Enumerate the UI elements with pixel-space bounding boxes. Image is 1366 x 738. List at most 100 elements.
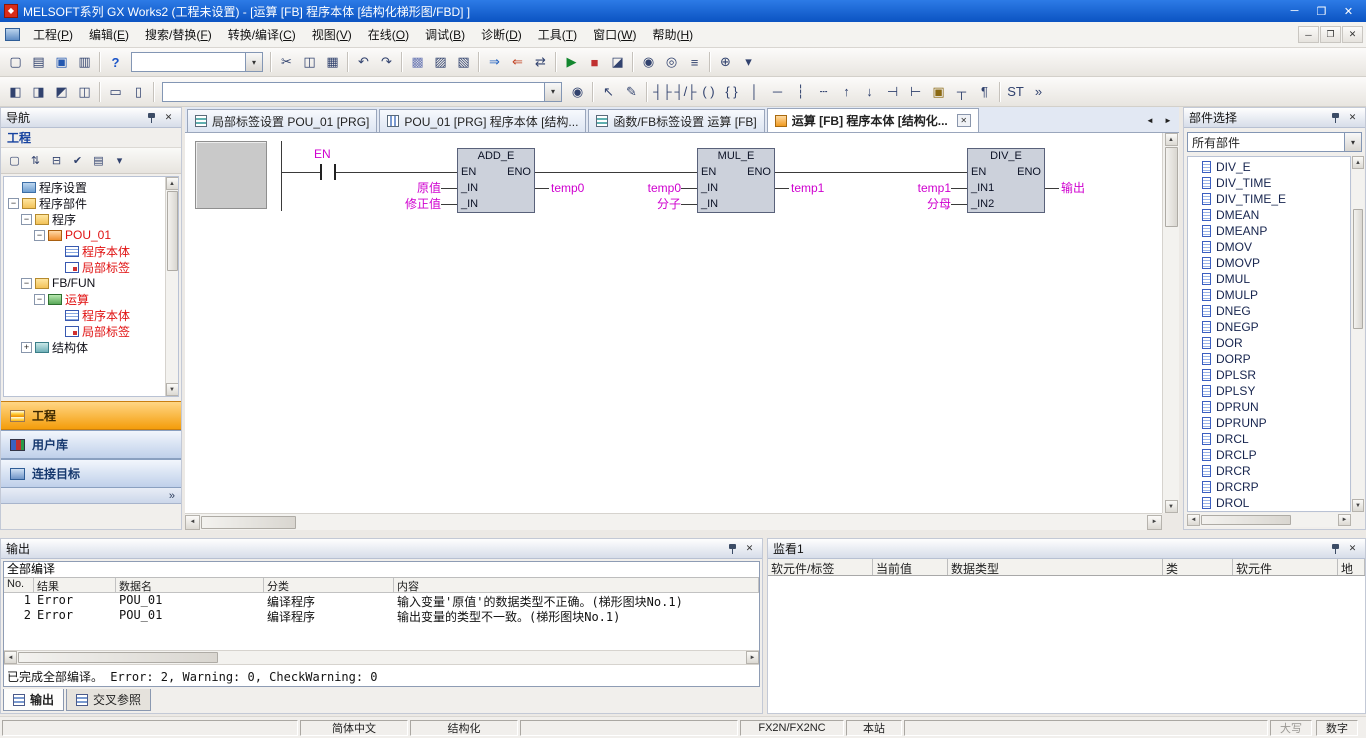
menu-edit[interactable]: 编辑(E) xyxy=(81,22,137,47)
parts-item[interactable]: DMEANP xyxy=(1188,223,1350,239)
function-block-div-e[interactable]: DIV_E ENENO _IN1 _IN2 xyxy=(967,148,1045,213)
new-project-icon[interactable]: ▢ xyxy=(4,51,27,73)
combo-dropdown-icon[interactable]: ▾ xyxy=(245,53,262,71)
delete-vertical-line-icon[interactable]: ┆ xyxy=(789,81,812,103)
scroll-down-icon[interactable]: ▼ xyxy=(166,383,179,396)
parts-item[interactable]: DMEAN xyxy=(1188,207,1350,223)
mdi-restore-button[interactable]: ❐ xyxy=(1320,26,1341,43)
toolbar-separator[interactable] xyxy=(999,82,1001,102)
input-variable-label[interactable]: temp0 xyxy=(611,181,681,195)
output-variable-label[interactable]: temp0 xyxy=(551,181,584,195)
zoom-icon[interactable]: ⊕ xyxy=(714,51,737,73)
scroll-right-icon[interactable]: ► xyxy=(1338,514,1351,526)
toolbar-separator[interactable] xyxy=(555,52,557,72)
nav-button-connection-destination[interactable]: 连接目标 xyxy=(1,459,181,488)
menu-diagnostics[interactable]: 诊断(D) xyxy=(473,22,530,47)
parts-horizontal-scrollbar[interactable]: ◄ ► xyxy=(1187,513,1351,527)
navigation-window-icon[interactable]: ◧ xyxy=(4,81,27,103)
application-instruction-icon[interactable]: { } xyxy=(720,81,743,103)
redo-icon[interactable]: ↷ xyxy=(375,51,398,73)
nav-collapse-all-icon[interactable]: ⊟ xyxy=(46,151,67,171)
input-variable-label[interactable]: 原值 xyxy=(371,181,441,195)
parts-item[interactable]: DMUL xyxy=(1188,271,1350,287)
tree-item-fb-fun[interactable]: −FB/FUN xyxy=(4,275,178,291)
editor-vertical-scrollbar[interactable]: ▲ ▼ xyxy=(1162,133,1179,513)
scroll-up-icon[interactable]: ▲ xyxy=(1352,156,1364,169)
copy-icon[interactable]: ◫ xyxy=(298,51,321,73)
parts-item[interactable]: DRCRP xyxy=(1188,479,1350,495)
parts-item[interactable]: DPLSR xyxy=(1188,367,1350,383)
parts-filter-combo[interactable]: 所有部件 ▾ xyxy=(1187,132,1362,152)
pin-icon[interactable] xyxy=(1330,111,1341,124)
menu-convert-compile[interactable]: 转换/编译(C) xyxy=(220,22,304,47)
interconnect-mode-icon[interactable]: ✎ xyxy=(620,81,643,103)
menu-find-replace[interactable]: 搜索/替换(F) xyxy=(137,22,220,47)
toolbar-separator[interactable] xyxy=(347,52,349,72)
overflow-chevron-icon[interactable]: ▾ xyxy=(737,51,760,73)
parts-item[interactable]: DROLP xyxy=(1188,511,1350,512)
menu-help[interactable]: 帮助(H) xyxy=(644,22,701,47)
output-variable-label[interactable]: temp1 xyxy=(791,181,824,195)
parts-item[interactable]: DRCLP xyxy=(1188,447,1350,463)
tree-item-yunsuan-body[interactable]: 程序本体 xyxy=(4,307,178,323)
parameter-setting-icon[interactable]: ▩ xyxy=(406,51,429,73)
toolbar-separator[interactable] xyxy=(99,82,101,102)
collapse-icon[interactable]: − xyxy=(21,214,32,225)
input-label-icon[interactable]: ⊣ xyxy=(881,81,904,103)
mdi-minimize-button[interactable]: ─ xyxy=(1298,26,1319,43)
scroll-thumb[interactable] xyxy=(167,191,178,271)
tab-yunsuan-body[interactable]: 运算 [FB] 程序本体 [结构化... ✕ xyxy=(767,108,979,132)
parts-item[interactable]: DMULP xyxy=(1188,287,1350,303)
device-comment-display-icon[interactable]: ▭ xyxy=(104,81,127,103)
output-window-icon[interactable]: ◩ xyxy=(50,81,73,103)
pin-icon[interactable] xyxy=(1330,542,1341,555)
collapse-icon[interactable]: − xyxy=(8,198,19,209)
nav-button-project[interactable]: 工程 xyxy=(1,401,181,430)
comment-icon[interactable]: ¶ xyxy=(973,81,996,103)
tree-item-struct[interactable]: +结构体 xyxy=(4,339,178,355)
scroll-up-icon[interactable]: ▲ xyxy=(1165,133,1178,146)
parts-vertical-scrollbar[interactable]: ▲ ▼ xyxy=(1352,156,1364,512)
output-horizontal-scrollbar[interactable]: ◄ ► xyxy=(4,650,759,665)
watch-window-icon[interactable]: ◪ xyxy=(606,51,629,73)
inline-st-icon[interactable]: ST xyxy=(1004,81,1027,103)
project-combo[interactable]: ▾ xyxy=(131,52,263,72)
editor-horizontal-scrollbar[interactable]: ◄ ► xyxy=(185,513,1162,530)
parts-item[interactable]: DIV_TIME_E xyxy=(1188,191,1350,207)
input-variable-label[interactable]: 修正值 xyxy=(371,197,441,211)
tab-local-label-pou01[interactable]: 局部标签设置 POU_01 [PRG] xyxy=(187,109,377,132)
verify-with-plc-icon[interactable]: ⇄ xyxy=(529,51,552,73)
menu-project[interactable]: 工程(P) xyxy=(25,22,81,47)
parts-item[interactable]: DRCL xyxy=(1188,431,1350,447)
scroll-down-icon[interactable]: ▼ xyxy=(1165,500,1178,513)
print-icon[interactable]: ▥ xyxy=(73,51,96,73)
cut-icon[interactable]: ✂ xyxy=(275,51,298,73)
fbd-canvas[interactable]: EN ADD_E ENENO _IN _IN 原值 修正值 temp0 MUL_… xyxy=(185,133,1162,513)
element-selection-window-icon[interactable]: ◨ xyxy=(27,81,50,103)
collapse-icon[interactable]: − xyxy=(34,294,45,305)
combo-dropdown-icon[interactable]: ▾ xyxy=(544,83,561,101)
read-from-plc-icon[interactable]: ⇐ xyxy=(506,51,529,73)
falling-pulse-icon[interactable]: ↓ xyxy=(858,81,881,103)
rising-pulse-icon[interactable]: ↑ xyxy=(835,81,858,103)
coil-icon[interactable]: ( ) xyxy=(697,81,720,103)
toolbar-separator[interactable] xyxy=(99,52,101,72)
menu-tool[interactable]: 工具(T) xyxy=(530,22,585,47)
collapse-icon[interactable]: − xyxy=(21,278,32,289)
mdi-child-icon[interactable] xyxy=(5,28,20,41)
scroll-up-icon[interactable]: ▲ xyxy=(166,177,179,190)
find-icon[interactable]: ◉ xyxy=(637,51,660,73)
output-variable-label[interactable]: 输出 xyxy=(1061,181,1085,195)
docking-window-icon[interactable]: ◫ xyxy=(73,81,96,103)
tree-item-program-setting[interactable]: 程序设置 xyxy=(4,179,178,195)
tree-item-program[interactable]: −程序 xyxy=(4,211,178,227)
open-contact-icon[interactable]: ┤├ xyxy=(651,81,674,103)
close-icon[interactable]: ✕ xyxy=(161,111,176,125)
toolbar-separator[interactable] xyxy=(153,82,155,102)
scroll-thumb[interactable] xyxy=(18,652,218,663)
maximize-button[interactable]: ❐ xyxy=(1308,2,1335,20)
scroll-left-icon[interactable]: ◄ xyxy=(185,515,200,530)
nav-buttons-overflow[interactable]: » xyxy=(1,488,181,504)
tree-item-program-parts[interactable]: −程序部件 xyxy=(4,195,178,211)
scroll-left-icon[interactable]: ◄ xyxy=(4,651,17,664)
